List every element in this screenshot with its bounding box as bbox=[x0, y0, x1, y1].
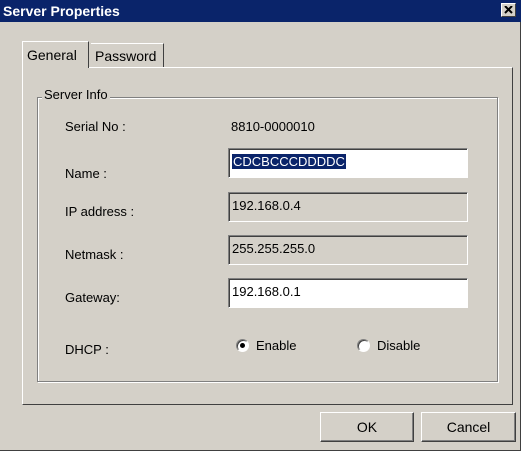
tab-password-label: Password bbox=[95, 48, 157, 64]
tab-general[interactable]: General bbox=[22, 41, 89, 68]
tab-password[interactable]: Password bbox=[91, 43, 164, 67]
gateway-label: Gateway: bbox=[65, 290, 120, 305]
gateway-value: 192.168.0.1 bbox=[232, 284, 301, 299]
netmask-field: 255.255.255.0 bbox=[228, 235, 468, 265]
name-value: CDCBCCCDDDDC bbox=[232, 154, 346, 169]
dhcp-label: DHCP : bbox=[65, 342, 109, 357]
dhcp-enable-label[interactable]: Enable bbox=[256, 338, 296, 353]
tab-general-label: General bbox=[27, 47, 77, 63]
netmask-label: Netmask : bbox=[65, 247, 124, 262]
dhcp-disable-label[interactable]: Disable bbox=[377, 338, 420, 353]
netmask-value: 255.255.255.0 bbox=[232, 241, 316, 256]
close-icon bbox=[504, 6, 513, 14]
serial-no-label: Serial No : bbox=[65, 119, 126, 134]
name-label: Name : bbox=[65, 166, 107, 181]
close-button[interactable] bbox=[501, 3, 516, 17]
dhcp-disable-radio[interactable] bbox=[357, 339, 370, 352]
name-field[interactable]: CDCBCCCDDDDC bbox=[228, 148, 468, 178]
ip-address-value: 192.168.0.4 bbox=[232, 198, 301, 213]
window-title: Server Properties bbox=[3, 3, 120, 19]
server-info-group-label: Server Info bbox=[42, 87, 110, 102]
gateway-field[interactable]: 192.168.0.1 bbox=[228, 278, 468, 308]
title-bar: Server Properties bbox=[0, 0, 521, 22]
radio-selected-dot bbox=[240, 343, 245, 348]
cancel-button[interactable]: Cancel bbox=[421, 412, 516, 442]
dhcp-enable-radio[interactable] bbox=[236, 339, 249, 352]
server-properties-dialog: Server Properties General Password Serve… bbox=[0, 0, 521, 451]
ip-address-label: IP address : bbox=[65, 204, 135, 219]
ok-button[interactable]: OK bbox=[320, 412, 414, 442]
ip-address-field: 192.168.0.4 bbox=[228, 192, 468, 222]
serial-no-value: 8810-0000010 bbox=[231, 119, 315, 134]
